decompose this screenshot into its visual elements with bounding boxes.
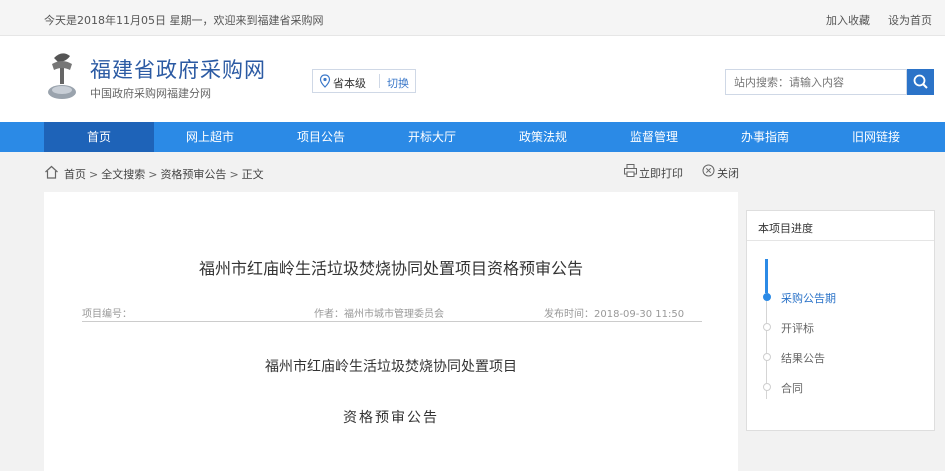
site-header: 福建省政府采购网 中国政府采购网福建分网 省本级 切换 <box>0 36 945 122</box>
article-author: 作者：福州市城市管理委员会 <box>314 309 444 320</box>
nav-item-project-notices[interactable]: 项目公告 <box>266 122 376 152</box>
region-switch-link[interactable]: 切换 <box>387 75 409 91</box>
printer-icon <box>624 164 637 177</box>
breadcrumb-separator: > <box>229 168 239 181</box>
nav-item-bid-hall[interactable]: 开标大厅 <box>377 122 487 152</box>
progress-step-result-notice[interactable]: 结果公告 <box>761 350 921 365</box>
emblem-logo-icon[interactable] <box>44 48 80 102</box>
project-progress-panel: 本项目进度 采购公告期 开评标 结果公告 合同 <box>746 210 935 431</box>
close-icon <box>702 164 715 177</box>
progress-dot <box>763 323 771 331</box>
progress-step-label: 合同 <box>781 382 803 395</box>
add-favorite-link[interactable]: 加入收藏 <box>826 12 870 28</box>
progress-track-active <box>765 259 768 293</box>
progress-panel-title: 本项目进度 <box>747 211 934 241</box>
search-icon <box>913 74 928 89</box>
breadcrumb-category[interactable]: 资格预审公告 <box>160 168 226 181</box>
breadcrumb-path: 首页 > 全文搜索 > 资格预审公告 > 正文 <box>64 166 264 182</box>
region-selector: 省本级 切换 <box>312 69 416 93</box>
publish-time: 发布时间：2018-09-30 11:50 <box>544 309 685 320</box>
breadcrumb-current: 正文 <box>241 168 264 181</box>
progress-step-bidding-notice[interactable]: 采购公告期 <box>761 290 921 305</box>
breadcrumb-separator: > <box>148 168 158 181</box>
progress-step-label: 结果公告 <box>781 352 825 365</box>
progress-dot <box>763 293 771 301</box>
progress-dot <box>763 353 771 361</box>
article-title: 福州市红庙岭生活垃圾焚烧协同处置项目资格预审公告 <box>198 259 583 278</box>
nav-item-policies[interactable]: 政策法规 <box>488 122 598 152</box>
article-subtitle-project: 福州市红庙岭生活垃圾焚烧协同处置项目 <box>265 359 517 375</box>
progress-step-contract[interactable]: 合同 <box>761 380 921 395</box>
main-nav: 首页 网上超市 项目公告 开标大厅 政策法规 监督管理 办事指南 旧网链接 <box>0 122 945 152</box>
progress-step-bid-opening[interactable]: 开评标 <box>761 320 921 335</box>
site-search-input[interactable] <box>725 69 907 95</box>
home-icon <box>45 165 58 179</box>
close-label: 关闭 <box>717 167 739 180</box>
nav-item-old-site[interactable]: 旧网链接 <box>821 122 931 152</box>
project-number: 项目编号： <box>82 309 132 320</box>
progress-dot <box>763 383 771 391</box>
meta-divider <box>82 321 702 322</box>
nav-item-online-mall[interactable]: 网上超市 <box>155 122 265 152</box>
article-subtitle-notice: 资格预审公告 <box>343 410 439 426</box>
greeting-text: 今天是2018年11月05日 星期一，欢迎来到福建省采购网 <box>44 14 324 27</box>
set-homepage-link[interactable]: 设为首页 <box>888 12 932 28</box>
site-subtitle: 中国政府采购网福建分网 <box>90 87 211 100</box>
progress-step-label: 开评标 <box>781 322 814 335</box>
breadcrumb-home[interactable]: 首页 <box>64 168 86 181</box>
nav-item-guide[interactable]: 办事指南 <box>710 122 820 152</box>
article-content: 福州市红庙岭生活垃圾焚烧协同处置项目资格预审公告 项目编号： 作者：福州市城市管… <box>44 192 738 471</box>
search-button[interactable] <box>907 69 934 95</box>
breadcrumb-search[interactable]: 全文搜索 <box>101 168 145 181</box>
print-label: 立即打印 <box>639 167 683 180</box>
site-title[interactable]: 福建省政府采购网 <box>90 54 266 84</box>
breadcrumb-separator: > <box>89 168 99 181</box>
region-divider <box>379 74 380 88</box>
progress-step-label: 采购公告期 <box>781 292 836 305</box>
region-level: 省本级 <box>333 77 366 90</box>
location-pin-icon <box>319 74 331 88</box>
nav-item-home[interactable]: 首页 <box>44 122 154 152</box>
top-bar: 今天是2018年11月05日 星期一，欢迎来到福建省采购网 加入收藏 设为首页 <box>0 0 945 36</box>
nav-item-supervision[interactable]: 监督管理 <box>599 122 709 152</box>
